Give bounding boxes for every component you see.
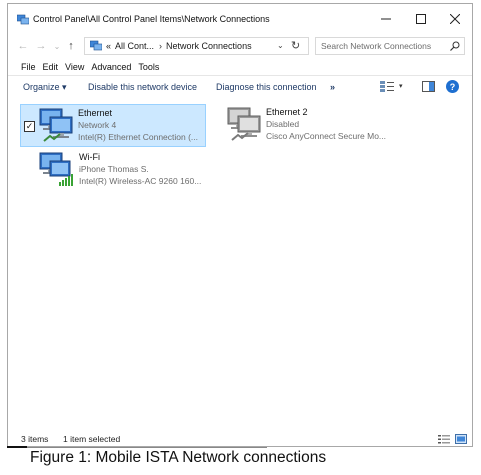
diagnose-connection-button[interactable]: Diagnose this connection	[216, 82, 317, 92]
selection-checkbox[interactable]: ✓	[24, 121, 35, 132]
ethernet-adapter-disabled-icon	[226, 107, 266, 145]
search-icon[interactable]	[450, 41, 460, 53]
network-connections-icon	[16, 14, 30, 27]
forward-button[interactable]: →	[34, 39, 48, 53]
address-row: ← → ⌄ ↑ « All Cont... › Network Connecti…	[8, 34, 472, 58]
back-button[interactable]: ←	[16, 39, 30, 53]
connection-item-ethernet[interactable]: ✓ Ethernet Network 4 Intel(R) Ethernet C…	[20, 104, 206, 147]
connection-status: iPhone Thomas S.	[79, 164, 149, 174]
menu-file[interactable]: File	[21, 62, 36, 72]
status-bar: 3 items 1 item selected	[8, 431, 472, 447]
menu-tools[interactable]: Tools	[138, 62, 159, 72]
search-input[interactable]	[321, 41, 449, 51]
breadcrumb-network-connections[interactable]: Network Connections	[166, 41, 252, 51]
wifi-adapter-icon	[38, 152, 78, 190]
preview-pane-icon[interactable]	[422, 81, 435, 94]
figure-caption: Figure 1: Mobile ISTA Network connection…	[30, 449, 327, 466]
connection-item-ethernet-2[interactable]: Ethernet 2 Disabled Cisco AnyConnect Sec…	[223, 104, 409, 147]
details-view-icon[interactable]	[438, 434, 450, 446]
window-title: Control Panel\All Control Panel Items\Ne…	[33, 14, 270, 24]
connection-device: Intel(R) Wireless-AC 9260 160...	[79, 176, 202, 186]
menu-view[interactable]: View	[65, 62, 84, 72]
address-bar[interactable]: « All Cont... › Network Connections ⌄ ↻	[84, 37, 309, 55]
breadcrumb-all-control-panel[interactable]: All Cont...	[115, 41, 154, 51]
disable-device-button[interactable]: Disable this network device	[88, 82, 197, 92]
connection-status: Disabled	[266, 119, 300, 129]
up-button[interactable]: ↑	[64, 39, 78, 53]
menu-advanced[interactable]: Advanced	[91, 62, 131, 72]
help-button[interactable]: ?	[446, 80, 459, 93]
view-options-chevron[interactable]: ▾	[399, 82, 403, 90]
connection-name: Wi-Fi	[79, 152, 100, 162]
caption-divider	[27, 447, 267, 448]
address-dropdown-icon[interactable]: ⌄	[277, 41, 284, 50]
organize-button[interactable]: Organize ▾	[23, 82, 67, 93]
breadcrumb-separator[interactable]: ›	[159, 41, 162, 51]
search-box	[315, 37, 465, 55]
ethernet-adapter-icon	[38, 108, 78, 146]
control-panel-icon	[89, 40, 103, 53]
explorer-window: Control Panel\All Control Panel Items\Ne…	[7, 3, 473, 447]
title-bar: Control Panel\All Control Panel Items\Ne…	[8, 4, 472, 34]
connection-name: Ethernet	[78, 108, 113, 118]
connection-device: Cisco AnyConnect Secure Mo...	[266, 131, 387, 141]
close-button[interactable]	[438, 8, 472, 30]
connection-item-wifi[interactable]: Wi-Fi iPhone Thomas S. Intel(R) Wireless…	[36, 149, 222, 192]
caption-marker	[7, 446, 27, 448]
connection-status: Network 4	[78, 120, 117, 130]
connections-list: ✓ Ethernet Network 4 Intel(R) Ethernet C…	[8, 98, 472, 428]
command-bar: Organize ▾ Disable this network device D…	[8, 76, 472, 98]
refresh-icon[interactable]: ↻	[291, 39, 300, 52]
more-commands-button[interactable]: »	[330, 82, 335, 92]
connection-device: Intel(R) Ethernet Connection (...	[78, 132, 199, 142]
change-view-icon[interactable]	[380, 81, 394, 94]
menu-bar: File Edit View Advanced Tools	[8, 59, 472, 76]
selection-count: 1 item selected	[63, 434, 121, 444]
minimize-button[interactable]	[369, 8, 403, 30]
tiles-view-icon[interactable]	[455, 434, 467, 446]
maximize-button[interactable]	[404, 8, 438, 30]
menu-edit[interactable]: Edit	[43, 62, 59, 72]
connection-name: Ethernet 2	[266, 107, 308, 117]
item-count: 3 items	[21, 434, 49, 444]
breadcrumb-overflow[interactable]: «	[106, 41, 111, 51]
recent-locations-button[interactable]: ⌄	[50, 39, 64, 53]
